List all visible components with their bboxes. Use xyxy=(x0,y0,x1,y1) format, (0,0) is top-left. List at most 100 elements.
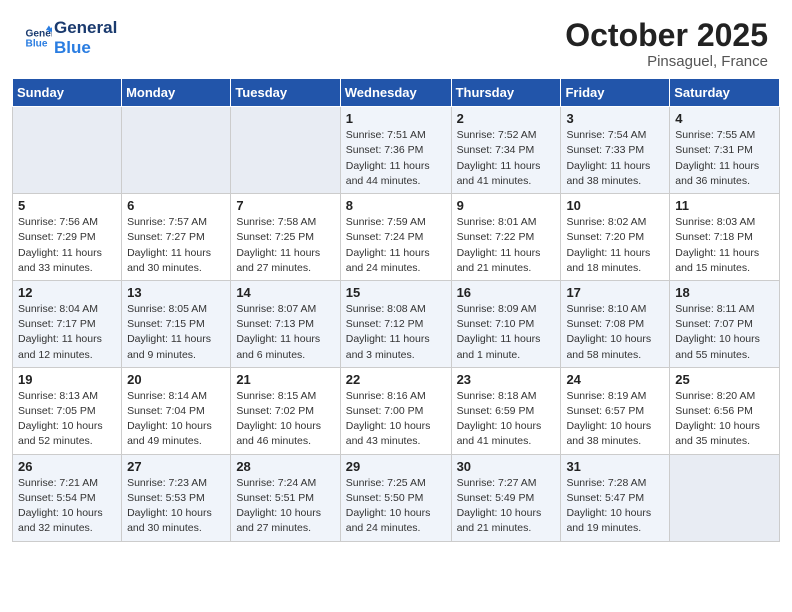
day-number: 21 xyxy=(236,372,334,387)
weekday-header: Saturday xyxy=(670,79,780,107)
calendar-cell: 23 Sunrise: 8:18 AM Sunset: 6:59 PM Dayli… xyxy=(451,367,561,454)
calendar-cell: 2Sunrise: 7:52 AM Sunset: 7:34 PM Daylig… xyxy=(451,107,561,194)
calendar-cell: 19 Sunrise: 8:13 AM Sunset: 7:05 PM Dayli… xyxy=(13,367,122,454)
calendar-cell xyxy=(670,454,780,541)
day-info: Sunrise: 7:24 AM Sunset: 5:51 PM Dayligh… xyxy=(236,476,334,537)
day-number: 4 xyxy=(675,111,774,126)
day-info: Sunrise: 7:55 AM Sunset: 7:31 PM Dayligh… xyxy=(675,128,774,189)
weekday-header: Monday xyxy=(122,79,231,107)
calendar-cell: 16 Sunrise: 8:09 AM Sunset: 7:10 PM Dayli… xyxy=(451,280,561,367)
day-info: Sunrise: 7:51 AM Sunset: 7:36 PM Dayligh… xyxy=(346,128,446,189)
logo-general: General xyxy=(54,18,117,38)
day-info: Sunrise: 8:19 AM Sunset: 6:57 PM Dayligh… xyxy=(566,389,664,450)
calendar-cell: 29 Sunrise: 7:25 AM Sunset: 5:50 PM Dayli… xyxy=(340,454,451,541)
calendar-cell: 20Sunrise: 8:14 AM Sunset: 7:04 PM Dayli… xyxy=(122,367,231,454)
day-info: Sunrise: 8:02 AM Sunset: 7:20 PM Dayligh… xyxy=(566,215,664,276)
day-info: Sunrise: 8:01 AM Sunset: 7:22 PM Dayligh… xyxy=(457,215,556,276)
day-number: 11 xyxy=(675,198,774,213)
day-info: Sunrise: 8:04 AM Sunset: 7:17 PM Dayligh… xyxy=(18,302,116,363)
day-info: Sunrise: 8:13 AM Sunset: 7:05 PM Dayligh… xyxy=(18,389,116,450)
day-number: 24 xyxy=(566,372,664,387)
day-info: Sunrise: 8:14 AM Sunset: 7:04 PM Dayligh… xyxy=(127,389,225,450)
day-number: 3 xyxy=(566,111,664,126)
day-number: 22 xyxy=(346,372,446,387)
day-number: 7 xyxy=(236,198,334,213)
calendar-cell: 31 Sunrise: 7:28 AM Sunset: 5:47 PM Dayli… xyxy=(561,454,670,541)
logo: General Blue General Blue xyxy=(24,18,117,57)
calendar-week-row: 5 Sunrise: 7:56 AM Sunset: 7:29 PM Daylig… xyxy=(13,194,780,281)
day-info: Sunrise: 8:09 AM Sunset: 7:10 PM Dayligh… xyxy=(457,302,556,363)
day-info: Sunrise: 8:15 AM Sunset: 7:02 PM Dayligh… xyxy=(236,389,334,450)
day-number: 2 xyxy=(457,111,556,126)
day-info: Sunrise: 7:25 AM Sunset: 5:50 PM Dayligh… xyxy=(346,476,446,537)
day-info: Sunrise: 7:28 AM Sunset: 5:47 PM Dayligh… xyxy=(566,476,664,537)
svg-text:Blue: Blue xyxy=(26,38,48,49)
calendar-cell: 3Sunrise: 7:54 AM Sunset: 7:33 PM Daylig… xyxy=(561,107,670,194)
logo-icon: General Blue xyxy=(24,24,52,52)
day-number: 27 xyxy=(127,459,225,474)
day-number: 5 xyxy=(18,198,116,213)
calendar-header-row: SundayMondayTuesdayWednesdayThursdayFrid… xyxy=(13,79,780,107)
title-block: October 2025 Pinsaguel, France xyxy=(565,18,768,70)
day-number: 23 xyxy=(457,372,556,387)
day-number: 26 xyxy=(18,459,116,474)
day-info: Sunrise: 7:59 AM Sunset: 7:24 PM Dayligh… xyxy=(346,215,446,276)
month-title: October 2025 xyxy=(565,18,768,53)
day-number: 19 xyxy=(18,372,116,387)
calendar-cell: 26Sunrise: 7:21 AM Sunset: 5:54 PM Dayli… xyxy=(13,454,122,541)
day-number: 12 xyxy=(18,285,116,300)
weekday-header: Tuesday xyxy=(231,79,340,107)
day-number: 8 xyxy=(346,198,446,213)
calendar-cell: 4 Sunrise: 7:55 AM Sunset: 7:31 PM Daylig… xyxy=(670,107,780,194)
calendar-cell: 9 Sunrise: 8:01 AM Sunset: 7:22 PM Daylig… xyxy=(451,194,561,281)
day-info: Sunrise: 7:56 AM Sunset: 7:29 PM Dayligh… xyxy=(18,215,116,276)
calendar-cell: 14Sunrise: 8:07 AM Sunset: 7:13 PM Dayli… xyxy=(231,280,340,367)
day-number: 14 xyxy=(236,285,334,300)
location-subtitle: Pinsaguel, France xyxy=(565,53,768,70)
calendar-cell: 22 Sunrise: 8:16 AM Sunset: 7:00 PM Dayli… xyxy=(340,367,451,454)
day-number: 15 xyxy=(346,285,446,300)
day-number: 28 xyxy=(236,459,334,474)
day-info: Sunrise: 8:18 AM Sunset: 6:59 PM Dayligh… xyxy=(457,389,556,450)
day-number: 31 xyxy=(566,459,664,474)
calendar-table: SundayMondayTuesdayWednesdayThursdayFrid… xyxy=(12,78,780,541)
calendar-cell: 15Sunrise: 8:08 AM Sunset: 7:12 PM Dayli… xyxy=(340,280,451,367)
calendar-cell: 27 Sunrise: 7:23 AM Sunset: 5:53 PM Dayli… xyxy=(122,454,231,541)
calendar-week-row: 12 Sunrise: 8:04 AM Sunset: 7:17 PM Dayli… xyxy=(13,280,780,367)
calendar-cell: 21 Sunrise: 8:15 AM Sunset: 7:02 PM Dayli… xyxy=(231,367,340,454)
day-number: 6 xyxy=(127,198,225,213)
calendar-cell: 13Sunrise: 8:05 AM Sunset: 7:15 PM Dayli… xyxy=(122,280,231,367)
day-number: 18 xyxy=(675,285,774,300)
calendar-week-row: 1 Sunrise: 7:51 AM Sunset: 7:36 PM Daylig… xyxy=(13,107,780,194)
weekday-header: Friday xyxy=(561,79,670,107)
day-number: 10 xyxy=(566,198,664,213)
day-number: 25 xyxy=(675,372,774,387)
calendar-week-row: 19 Sunrise: 8:13 AM Sunset: 7:05 PM Dayli… xyxy=(13,367,780,454)
calendar-cell: 28 Sunrise: 7:24 AM Sunset: 5:51 PM Dayli… xyxy=(231,454,340,541)
calendar-cell: 24 Sunrise: 8:19 AM Sunset: 6:57 PM Dayli… xyxy=(561,367,670,454)
day-info: Sunrise: 7:27 AM Sunset: 5:49 PM Dayligh… xyxy=(457,476,556,537)
day-info: Sunrise: 8:10 AM Sunset: 7:08 PM Dayligh… xyxy=(566,302,664,363)
calendar-cell xyxy=(122,107,231,194)
day-number: 16 xyxy=(457,285,556,300)
calendar-cell: 5 Sunrise: 7:56 AM Sunset: 7:29 PM Daylig… xyxy=(13,194,122,281)
calendar-cell xyxy=(231,107,340,194)
weekday-header: Wednesday xyxy=(340,79,451,107)
day-info: Sunrise: 8:03 AM Sunset: 7:18 PM Dayligh… xyxy=(675,215,774,276)
day-info: Sunrise: 8:05 AM Sunset: 7:15 PM Dayligh… xyxy=(127,302,225,363)
day-number: 29 xyxy=(346,459,446,474)
calendar-cell: 7 Sunrise: 7:58 AM Sunset: 7:25 PM Daylig… xyxy=(231,194,340,281)
day-info: Sunrise: 8:16 AM Sunset: 7:00 PM Dayligh… xyxy=(346,389,446,450)
day-info: Sunrise: 8:20 AM Sunset: 6:56 PM Dayligh… xyxy=(675,389,774,450)
day-info: Sunrise: 7:57 AM Sunset: 7:27 PM Dayligh… xyxy=(127,215,225,276)
calendar-cell: 1 Sunrise: 7:51 AM Sunset: 7:36 PM Daylig… xyxy=(340,107,451,194)
page-header: General Blue General Blue October 2025 P… xyxy=(0,0,792,78)
day-number: 1 xyxy=(346,111,446,126)
day-number: 9 xyxy=(457,198,556,213)
day-info: Sunrise: 8:11 AM Sunset: 7:07 PM Dayligh… xyxy=(675,302,774,363)
logo-blue: Blue xyxy=(54,38,117,58)
day-info: Sunrise: 7:23 AM Sunset: 5:53 PM Dayligh… xyxy=(127,476,225,537)
calendar-cell: 6 Sunrise: 7:57 AM Sunset: 7:27 PM Daylig… xyxy=(122,194,231,281)
calendar-cell: 11 Sunrise: 8:03 AM Sunset: 7:18 PM Dayli… xyxy=(670,194,780,281)
day-info: Sunrise: 7:58 AM Sunset: 7:25 PM Dayligh… xyxy=(236,215,334,276)
